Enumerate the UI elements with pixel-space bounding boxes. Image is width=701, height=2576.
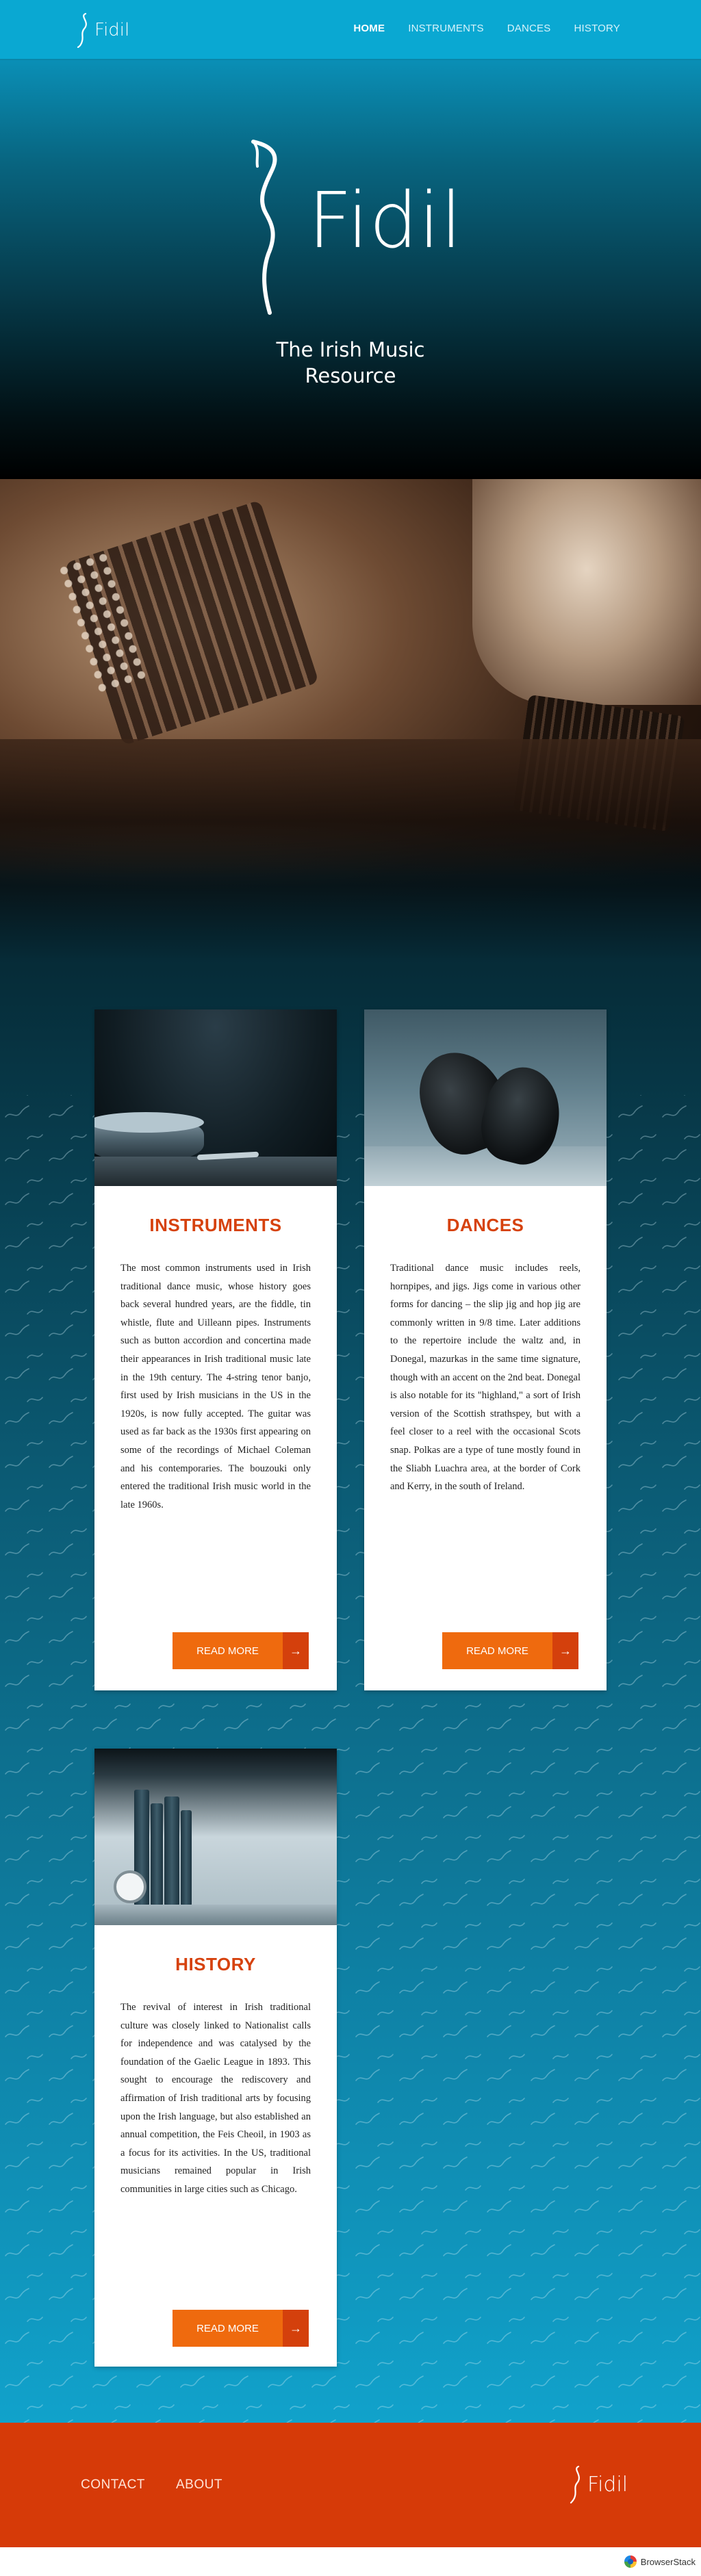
dances-text: Traditional dance music includes reels, … [390, 1263, 581, 1493]
instruments-text: The most common instruments used in Iris… [120, 1263, 311, 1510]
f-swirl-large-icon [251, 140, 277, 315]
footer-logo-text: Fidil [587, 2472, 628, 2497]
browserstack-text: BrowserStack [640, 2556, 696, 2567]
arrow-right-icon: → [283, 2310, 309, 2347]
musician-shirt-image [472, 479, 701, 705]
history-read-more-button[interactable]: READ MORE → [173, 2310, 309, 2347]
browserstack-logo-icon [624, 2555, 637, 2568]
header-logo-text: Fidil [94, 20, 130, 40]
nav-dances[interactable]: DANCES [507, 23, 551, 34]
book-shape [181, 1810, 192, 1906]
tagline-line-2: Resource [305, 364, 396, 387]
dances-read-more-button[interactable]: READ MORE → [442, 1632, 578, 1669]
nav-instruments[interactable]: INSTRUMENTS [408, 23, 484, 34]
main-nav: HOME INSTRUMENTS DANCES HISTORY [330, 23, 620, 34]
dances-card: DANCES Traditional dance music includes … [364, 1009, 607, 1690]
book-shape [164, 1796, 179, 1906]
table-shape [94, 1157, 337, 1186]
shelf-shape [94, 1905, 337, 1925]
pocket-watch-shape [114, 1870, 146, 1903]
history-card: HISTORY The revival of interest in Irish… [94, 1749, 337, 2367]
history-text: The revival of interest in Irish traditi… [120, 2002, 311, 2195]
footer-contact-link[interactable]: CONTACT [81, 2477, 145, 2493]
read-more-label: READ MORE [173, 2310, 283, 2347]
hero-section: Fidil The Irish Music Resource [0, 60, 701, 479]
nav-home[interactable]: HOME [353, 23, 385, 34]
musicians-photo-banner [0, 479, 701, 958]
instruments-title: INSTRUMENTS [149, 1215, 282, 1235]
footer-logo[interactable]: Fidil [570, 2465, 628, 2503]
books-watch-photo [94, 1749, 337, 1925]
musicians-legs-image [0, 739, 701, 876]
content-section: INSTRUMENTS The most common instruments … [0, 958, 701, 2423]
dance-shoes-photo [364, 1009, 607, 1186]
hero-logo: Fidil [240, 139, 472, 315]
book-shape [151, 1803, 163, 1906]
instruments-card: INSTRUMENTS The most common instruments … [94, 1009, 337, 1690]
arrow-right-icon: → [283, 1632, 309, 1669]
bodhran-photo [94, 1009, 337, 1186]
read-more-label: READ MORE [173, 1632, 283, 1669]
top-navigation-bar: Fidil HOME INSTRUMENTS DANCES HISTORY [0, 0, 701, 60]
dances-title: DANCES [446, 1215, 524, 1235]
browserstack-watermark: BrowserStack [624, 2555, 696, 2568]
arrow-right-icon: → [552, 1632, 578, 1669]
floor-shape [364, 1146, 607, 1186]
tagline-line-1: The Irish Music [276, 338, 425, 361]
f-swirl-logo-icon [570, 2465, 580, 2503]
footer-about-link[interactable]: ABOUT [176, 2477, 222, 2493]
bottom-strip: BrowserStack [0, 2547, 701, 2576]
read-more-label: READ MORE [442, 1632, 552, 1669]
footer: CONTACT ABOUT Fidil [0, 2423, 701, 2547]
instruments-read-more-button[interactable]: READ MORE → [173, 1632, 309, 1669]
nav-history[interactable]: HISTORY [574, 23, 620, 34]
hero-logo-text: Fidil [308, 177, 463, 266]
history-title: HISTORY [175, 1954, 256, 1974]
f-swirl-logo-icon [77, 12, 87, 48]
hero-tagline: The Irish Music Resource [0, 337, 701, 389]
header-logo[interactable]: Fidil [77, 12, 129, 48]
